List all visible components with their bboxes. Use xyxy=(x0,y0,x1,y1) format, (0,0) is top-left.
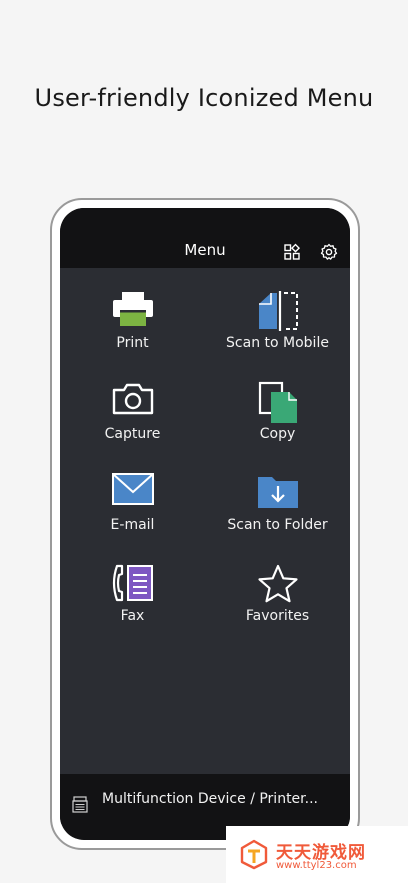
menu-item-favorites[interactable]: Favorites xyxy=(205,541,350,631)
envelope-icon xyxy=(111,473,154,505)
device-selector[interactable]: Multifunction Device / Printer... xyxy=(60,774,350,824)
star-icon xyxy=(257,564,298,603)
grid-icon[interactable] xyxy=(282,242,302,262)
watermark: 天天游戏网 www.ttyl23.com xyxy=(226,826,408,883)
menu-item-label: Favorites xyxy=(245,608,310,624)
menu-item-label: Fax xyxy=(120,608,145,624)
watermark-logo-icon xyxy=(240,839,268,870)
menu-item-label: Capture xyxy=(104,426,161,442)
device-label: Multifunction Device / Printer... xyxy=(102,791,318,807)
copy-icon xyxy=(258,381,297,423)
menu-item-label: Scan to Folder xyxy=(227,517,328,533)
camera-icon xyxy=(112,383,153,415)
phone-frame: Menu Print Scan to Mobile Capture Copy E… xyxy=(50,198,360,850)
menu-item-capture[interactable]: Capture xyxy=(60,359,205,449)
printer-device-icon xyxy=(72,796,88,813)
gear-icon[interactable] xyxy=(319,242,339,262)
menu-item-print[interactable]: Print xyxy=(60,268,205,358)
top-bar: Menu xyxy=(60,208,350,268)
menu-item-scan-to-mobile[interactable]: Scan to Mobile xyxy=(205,268,350,358)
printer-icon xyxy=(112,292,153,326)
menu-item-label: Scan to Mobile xyxy=(226,335,329,351)
menu-item-scan-to-folder[interactable]: Scan to Folder xyxy=(205,450,350,540)
phone-screen: Menu Print Scan to Mobile Capture Copy E… xyxy=(60,208,350,840)
menu-item-email[interactable]: E-mail xyxy=(60,450,205,540)
menu-grid: Print Scan to Mobile Capture Copy E-mail… xyxy=(60,268,350,774)
folder-download-icon xyxy=(257,477,298,508)
fax-icon xyxy=(112,564,153,602)
menu-item-label: E-mail xyxy=(110,517,155,533)
menu-item-label: Print xyxy=(116,335,149,351)
watermark-url: www.ttyl23.com xyxy=(276,860,357,871)
scan-to-mobile-icon xyxy=(258,291,298,331)
menu-title: Menu xyxy=(184,241,226,259)
page-headline: User-friendly Iconized Menu xyxy=(34,84,374,112)
menu-item-fax[interactable]: Fax xyxy=(60,541,205,631)
menu-item-label: Copy xyxy=(259,426,296,442)
menu-item-copy[interactable]: Copy xyxy=(205,359,350,449)
